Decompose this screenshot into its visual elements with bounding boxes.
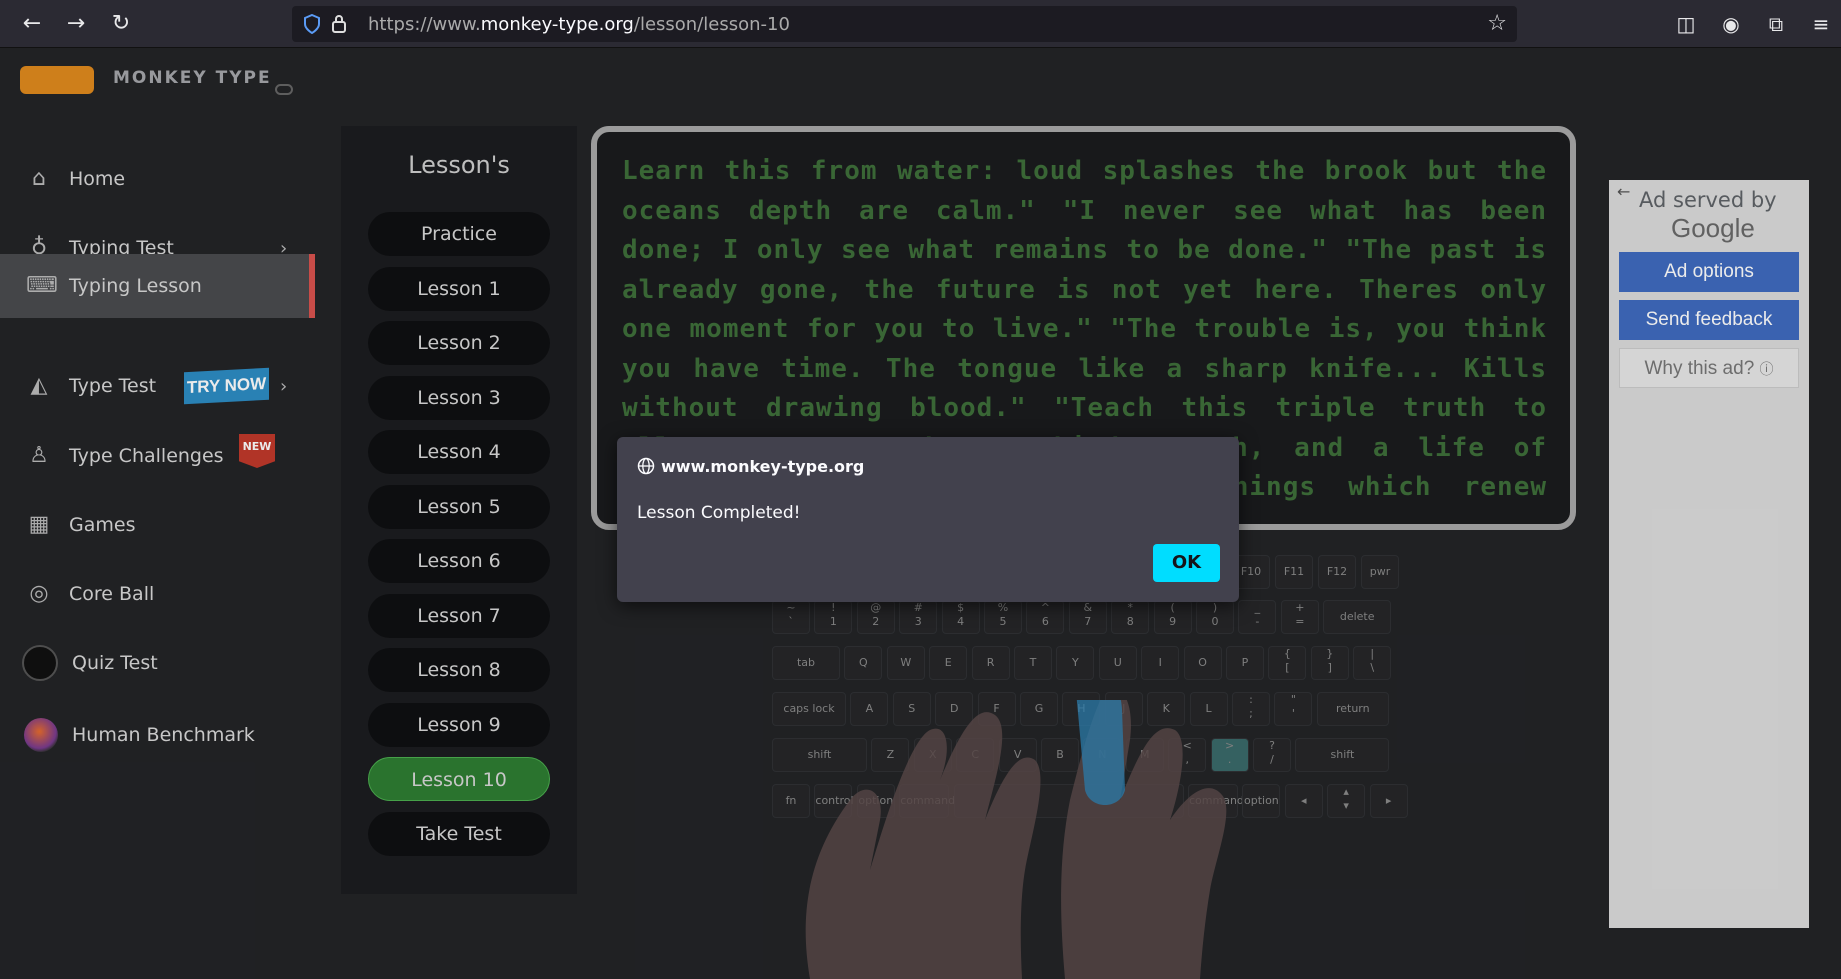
ok-button[interactable]: OK: [1153, 544, 1220, 582]
url-text: https://www.monkey-type.org/lesson/lesso…: [368, 14, 790, 35]
alert-dialog: www.monkey-type.org Lesson Completed! OK: [617, 437, 1239, 602]
forward-icon[interactable]: →: [62, 10, 90, 38]
bookmark-star-icon[interactable]: ☆: [1487, 11, 1507, 36]
extensions-icon[interactable]: ⧉: [1763, 11, 1789, 37]
browser-toolbar: ← → ↻ https://www.monkey-type.org/lesson…: [0, 0, 1841, 48]
lock-icon[interactable]: [331, 14, 347, 34]
back-icon[interactable]: ←: [18, 10, 46, 38]
dialog-origin: www.monkey-type.org: [661, 457, 865, 476]
account-icon[interactable]: ◉: [1718, 11, 1744, 37]
address-bar[interactable]: https://www.monkey-type.org/lesson/lesso…: [292, 6, 1517, 42]
globe-icon: [637, 457, 655, 475]
menu-icon[interactable]: ≡: [1808, 11, 1834, 37]
reload-icon[interactable]: ↻: [107, 10, 135, 38]
dialog-message: Lesson Completed!: [637, 503, 801, 523]
pocket-icon[interactable]: ◫: [1673, 11, 1699, 37]
shield-icon[interactable]: [303, 14, 321, 34]
